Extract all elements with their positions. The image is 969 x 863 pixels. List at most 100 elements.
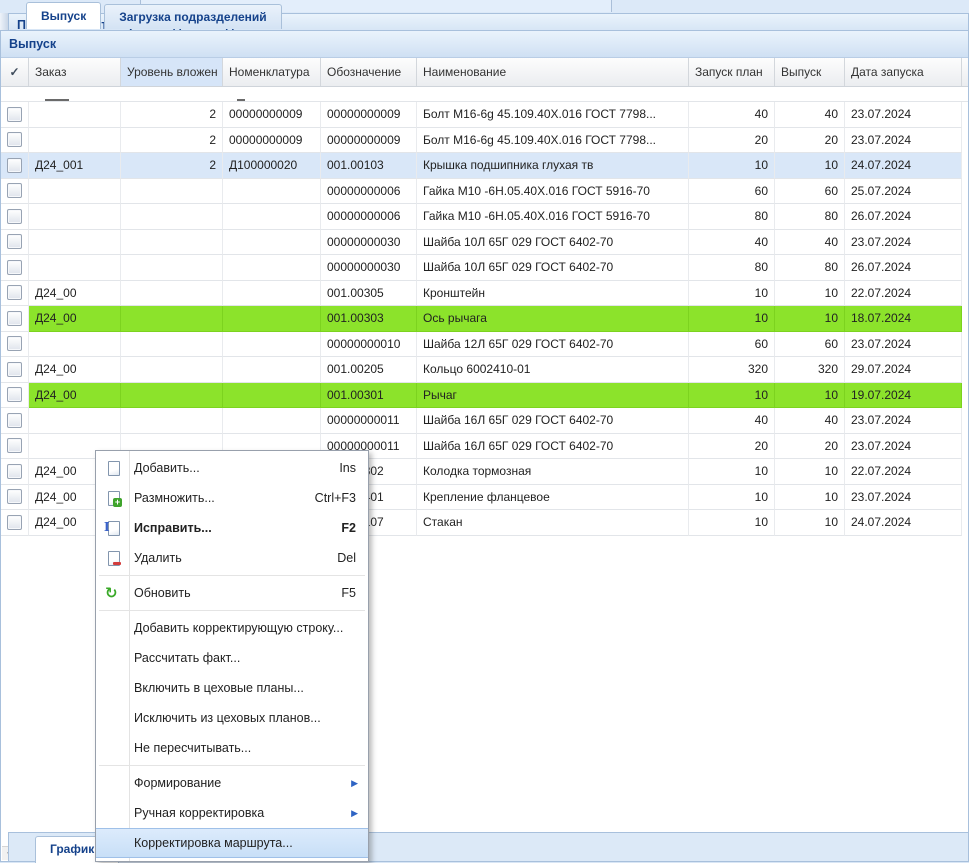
cell: Д24_00 (29, 357, 121, 383)
menu-refresh-label: Обновить (130, 586, 341, 600)
cell: 60 (775, 179, 845, 205)
menu-refresh[interactable]: ОбновитьF5 (96, 578, 368, 608)
cell: 20 (775, 128, 845, 154)
checkbox-cell[interactable] (1, 510, 29, 536)
table-row[interactable]: Д24_00001.00301Рычаг101019.07.2024 (1, 383, 968, 409)
column-header-7[interactable]: Выпуск (775, 58, 845, 86)
tab-vypusk[interactable]: Выпуск (26, 2, 101, 29)
row-checkbox[interactable] (7, 158, 22, 173)
row-checkbox[interactable] (7, 336, 22, 351)
checkbox-cell[interactable] (1, 102, 29, 128)
row-checkbox[interactable] (7, 438, 22, 453)
cell: Крепление фланцевое (417, 485, 689, 511)
checkbox-cell[interactable] (1, 408, 29, 434)
table-row[interactable]: 00000000011Шайба 16Л 65Г 029 ГОСТ 6402-7… (1, 408, 968, 434)
menu-separator (99, 765, 365, 766)
tab-label: Загрузка подразделений (119, 10, 266, 24)
row-checkbox[interactable] (7, 387, 22, 402)
row-checkbox[interactable] (7, 413, 22, 428)
column-header-4[interactable]: Обозначение (321, 58, 417, 86)
row-checkbox[interactable] (7, 107, 22, 122)
row-checkbox[interactable] (7, 285, 22, 300)
cell: Шайба 16Л 65Г 029 ГОСТ 6402-70 (417, 408, 689, 434)
cell (223, 357, 321, 383)
cell: 40 (689, 230, 775, 256)
table-row[interactable]: 00000000030Шайба 10Л 65Г 029 ГОСТ 6402-7… (1, 230, 968, 256)
menu-route-correction[interactable]: Корректировка маршрута... (96, 828, 368, 858)
cell: Гайка М10 -6Н.05.40Х.016 ГОСТ 5916-70 (417, 204, 689, 230)
menu-manual-correction[interactable]: Ручная корректировка▶ (96, 798, 368, 828)
row-checkbox[interactable] (7, 260, 22, 275)
menu-calculate-fact[interactable]: Рассчитать факт... (96, 643, 368, 673)
column-header-2[interactable]: Уровень вложен (121, 58, 223, 86)
checkbox-cell[interactable] (1, 153, 29, 179)
row-checkbox[interactable] (7, 489, 22, 504)
table-row[interactable]: Д24_00001.00205Кольцо 6002410-0132032029… (1, 357, 968, 383)
cell: Д24_00 (29, 306, 121, 332)
table-row[interactable]: Д24_00001.00303Ось рычага101018.07.2024 (1, 306, 968, 332)
select-all-header[interactable]: ✓ (1, 58, 29, 86)
cell: 001.00301 (321, 383, 417, 409)
checkbox-cell[interactable] (1, 306, 29, 332)
cell (29, 230, 121, 256)
row-checkbox[interactable] (7, 362, 22, 377)
checkbox-cell[interactable] (1, 179, 29, 205)
table-row[interactable]: 00000000006Гайка М10 -6Н.05.40Х.016 ГОСТ… (1, 179, 968, 205)
column-header-label: Выпуск (781, 65, 821, 79)
output-table-header: ✓ЗаказУровень вложенНоменклатураОбозначе… (1, 58, 968, 87)
row-checkbox[interactable] (7, 464, 22, 479)
row-checkbox[interactable] (7, 234, 22, 249)
table-row[interactable]: 00000000030Шайба 10Л 65Г 029 ГОСТ 6402-7… (1, 255, 968, 281)
checkbox-cell[interactable] (1, 281, 29, 307)
column-header-3[interactable]: Номенклатура (223, 58, 321, 86)
checkbox-cell[interactable] (1, 357, 29, 383)
cell: 60 (689, 179, 775, 205)
row-checkbox[interactable] (7, 515, 22, 530)
table-row[interactable]: Д24_00001.00305Кронштейн101022.07.2024 (1, 281, 968, 307)
menu-add-correcting-row[interactable]: Добавить корректирующую строку... (96, 613, 368, 643)
menu-edit-shortcut: F2 (341, 521, 368, 535)
cell: 40 (775, 102, 845, 128)
menu-duplicate[interactable]: Размножить...Ctrl+F3 (96, 483, 368, 513)
checkbox-cell[interactable] (1, 383, 29, 409)
tab-strip: Выпуск Загрузка подразделений (0, 0, 961, 30)
row-checkbox[interactable] (7, 183, 22, 198)
table-row[interactable]: 20000000000900000000009Болт М16-6g 45.10… (1, 128, 968, 154)
cell (223, 408, 321, 434)
tab-zagruzka[interactable]: Загрузка подразделений (104, 4, 281, 29)
table-row[interactable]: 00000000010Шайба 12Л 65Г 029 ГОСТ 6402-7… (1, 332, 968, 358)
menu-do-not-recalculate[interactable]: Не пересчитывать... (96, 733, 368, 763)
cell: 10 (775, 153, 845, 179)
menu-formation[interactable]: Формирование▶ (96, 768, 368, 798)
partial-scrolled-row[interactable] (1, 87, 968, 102)
row-checkbox[interactable] (7, 132, 22, 147)
row-checkbox[interactable] (7, 209, 22, 224)
checkbox-cell[interactable] (1, 230, 29, 256)
checkbox-cell[interactable] (1, 434, 29, 460)
table-row[interactable]: 00000000006Гайка М10 -6Н.05.40Х.016 ГОСТ… (1, 204, 968, 230)
checkbox-cell[interactable] (1, 128, 29, 154)
menu-exclude-from-shop-plans[interactable]: Исключить из цеховых планов... (96, 703, 368, 733)
tab-label: Выпуск (41, 9, 86, 23)
menu-edit[interactable]: Исправить...F2 (96, 513, 368, 543)
column-header-6[interactable]: Запуск план (689, 58, 775, 86)
checkbox-cell[interactable] (1, 459, 29, 485)
cell: Шайба 16Л 65Г 029 ГОСТ 6402-70 (417, 434, 689, 460)
menu-add[interactable]: Добавить...Ins (96, 453, 368, 483)
checkbox-cell[interactable] (1, 485, 29, 511)
application-window: { "panel1": { "title": "Планы и отчеты п… (0, 0, 969, 862)
menu-delete[interactable]: УдалитьDel (96, 543, 368, 573)
table-row[interactable]: Д24_0012Д100000020001.00103Крышка подшип… (1, 153, 968, 179)
checkbox-cell[interactable] (1, 332, 29, 358)
cell: 10 (689, 459, 775, 485)
checkbox-cell[interactable] (1, 255, 29, 281)
menu-include-in-shop-plans[interactable]: Включить в цеховые планы... (96, 673, 368, 703)
row-checkbox[interactable] (7, 311, 22, 326)
column-header-1[interactable]: Заказ (29, 58, 121, 86)
checkbox-cell[interactable] (1, 204, 29, 230)
cell: 60 (689, 332, 775, 358)
column-header-8[interactable]: Дата запуска (845, 58, 962, 86)
table-row[interactable]: 20000000000900000000009Болт М16-6g 45.10… (1, 102, 968, 128)
cell: 2 (121, 102, 223, 128)
column-header-5[interactable]: Наименование (417, 58, 689, 86)
